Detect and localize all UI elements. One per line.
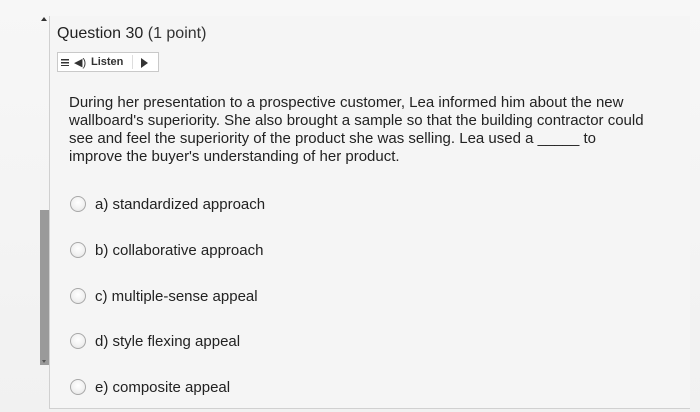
scroll-down-arrow-icon[interactable] bbox=[42, 360, 46, 363]
scrollbar[interactable] bbox=[40, 210, 49, 365]
page: Question 30 (1 point) ◀) Listen During h… bbox=[0, 0, 700, 412]
play-icon[interactable] bbox=[141, 58, 148, 68]
radio-button-icon[interactable] bbox=[70, 242, 86, 258]
option-label[interactable]: c) multiple-sense appeal bbox=[95, 288, 258, 305]
listen-toolbar[interactable]: ◀) Listen bbox=[57, 52, 159, 72]
menu-icon[interactable] bbox=[61, 59, 69, 66]
radio-button-icon[interactable] bbox=[70, 196, 86, 212]
option-label[interactable]: b) collaborative approach bbox=[95, 242, 263, 259]
listen-button[interactable]: Listen bbox=[91, 56, 123, 68]
radio-button-icon[interactable] bbox=[70, 333, 86, 349]
radio-button-icon[interactable] bbox=[70, 379, 86, 395]
question-heading: Question 30 (1 point) bbox=[57, 25, 206, 43]
collapse-caret-icon[interactable] bbox=[41, 17, 47, 21]
option-d[interactable]: d) style flexing appeal bbox=[70, 331, 240, 351]
option-label[interactable]: a) standardized approach bbox=[95, 196, 265, 213]
option-label[interactable]: e) composite appeal bbox=[95, 379, 230, 396]
question-title: Question 30 bbox=[57, 25, 144, 42]
toolbar-divider bbox=[132, 55, 133, 69]
speaker-icon[interactable]: ◀) bbox=[74, 56, 86, 69]
option-label[interactable]: d) style flexing appeal bbox=[95, 333, 240, 350]
question-text: During her presentation to a prospective… bbox=[69, 94, 644, 165]
option-e[interactable]: e) composite appeal bbox=[70, 377, 230, 397]
radio-button-icon[interactable] bbox=[70, 288, 86, 304]
option-a[interactable]: a) standardized approach bbox=[70, 194, 265, 214]
question-points: (1 point) bbox=[147, 25, 207, 42]
option-b[interactable]: b) collaborative approach bbox=[70, 240, 263, 260]
option-c[interactable]: c) multiple-sense appeal bbox=[70, 286, 258, 306]
